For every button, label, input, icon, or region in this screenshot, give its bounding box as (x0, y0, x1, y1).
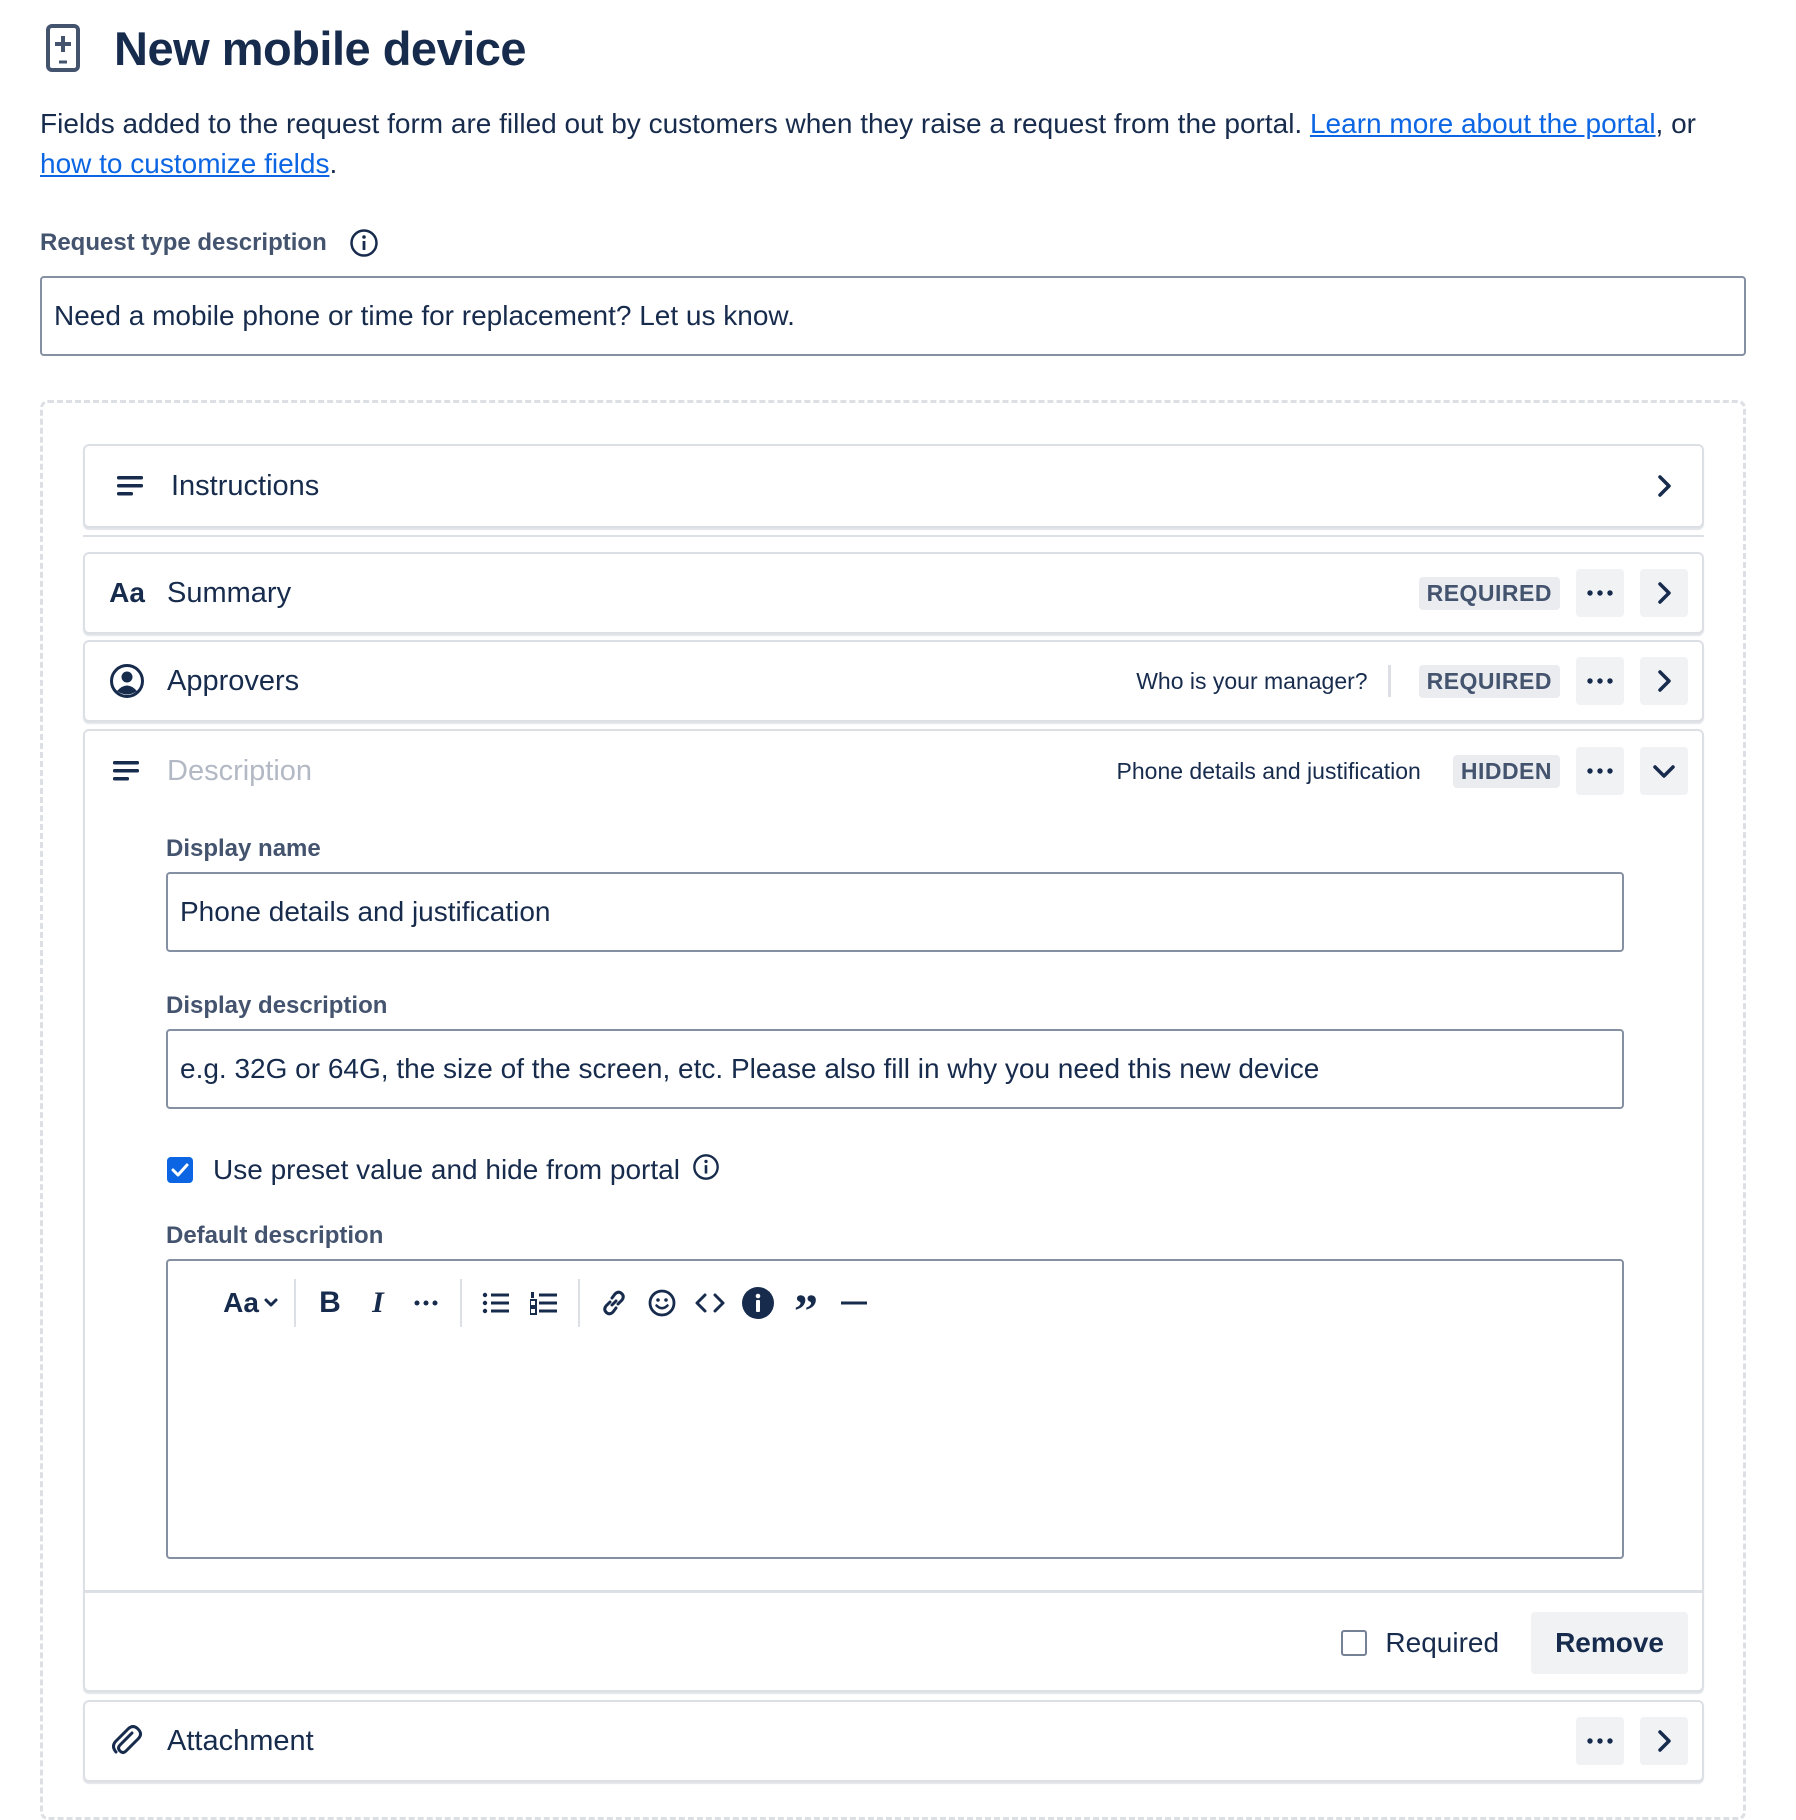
preset-checkbox-row[interactable]: Use preset value and hide from portal (167, 1154, 720, 1186)
field-label: Approvers (167, 664, 300, 697)
status-badge: HIDDEN (1452, 754, 1560, 788)
display-name-input[interactable]: Phone details and justification (166, 872, 1624, 952)
paperclip-icon (107, 1721, 147, 1761)
intro-text: Fields added to the request form are fil… (40, 108, 1697, 179)
info-panel-icon[interactable] (734, 1279, 782, 1327)
field-label: Instructions (171, 469, 320, 502)
more-icon[interactable] (1576, 747, 1624, 795)
quote-icon[interactable]: ” (782, 1279, 830, 1336)
divider (83, 535, 1704, 537)
editor-toolbar: Aa B I ” (218, 1279, 878, 1336)
required-checkbox-label: Required (1385, 1626, 1500, 1658)
field-hint: Who is your manager? (1136, 667, 1368, 694)
text-style-icon: Aa (109, 577, 145, 608)
field-row-instructions[interactable]: Instructions (83, 444, 1704, 528)
field-row-summary[interactable]: Aa Summary REQUIRED (83, 552, 1704, 634)
more-formatting-icon[interactable] (402, 1279, 450, 1327)
learn-portal-link[interactable]: Learn more about the portal (1310, 108, 1656, 139)
field-label: Attachment (167, 1724, 314, 1757)
more-icon[interactable] (1576, 1717, 1624, 1765)
field-row-approvers[interactable]: Approvers Who is your manager? REQUIRED (83, 640, 1704, 722)
text-style-dropdown[interactable]: Aa (218, 1279, 284, 1327)
link-icon[interactable] (590, 1279, 638, 1327)
request-type-label-row: Request type description (40, 228, 379, 258)
status-badge: REQUIRED (1418, 576, 1560, 610)
separator (1387, 665, 1391, 697)
toolbar-divider (578, 1279, 580, 1327)
customize-fields-link[interactable]: how to customize fields (40, 148, 329, 179)
info-icon[interactable] (692, 1153, 720, 1181)
more-icon[interactable] (1576, 569, 1624, 617)
page-title: New mobile device (114, 21, 527, 75)
status-badge: REQUIRED (1418, 664, 1560, 698)
text-lines-icon (107, 751, 147, 791)
remove-button[interactable]: Remove (1531, 1611, 1688, 1674)
default-description-editor[interactable]: Aa B I ” (166, 1259, 1624, 1559)
display-description-input[interactable]: e.g. 32G or 64G, the size of the screen,… (166, 1029, 1624, 1109)
bullet-list-icon[interactable] (472, 1279, 520, 1327)
chevron-down-icon (264, 1298, 278, 1307)
preset-checkbox[interactable] (167, 1157, 193, 1183)
display-description-label: Display description (166, 992, 388, 1019)
code-icon[interactable] (686, 1279, 734, 1327)
display-name-label: Display name (166, 835, 321, 862)
field-hint: Phone details and justification (1116, 757, 1421, 784)
chevron-right-icon[interactable] (1640, 569, 1688, 617)
numbered-list-icon[interactable] (520, 1279, 568, 1327)
italic-icon[interactable]: I (354, 1279, 402, 1327)
request-type-label: Request type description (40, 229, 327, 256)
mobile-device-icon (46, 24, 80, 72)
page-header: New mobile device (44, 18, 527, 78)
field-label: Description (167, 754, 313, 787)
description-header[interactable]: Description Phone details and justificat… (85, 731, 1702, 811)
chevron-right-icon[interactable] (1640, 657, 1688, 705)
text-lines-icon (111, 466, 151, 506)
field-label: Summary (167, 576, 292, 609)
default-description-label: Default description (166, 1222, 384, 1249)
more-icon[interactable] (1576, 657, 1624, 705)
request-type-input[interactable]: Need a mobile phone or time for replacem… (40, 276, 1746, 356)
bold-icon[interactable]: B (306, 1279, 354, 1327)
field-row-description: Description Phone details and justificat… (83, 729, 1704, 1692)
description-footer: Required Remove (85, 1590, 1702, 1692)
toolbar-divider (294, 1279, 296, 1327)
required-checkbox[interactable] (1341, 1629, 1368, 1656)
emoji-icon[interactable] (638, 1279, 686, 1327)
preset-checkbox-label: Use preset value and hide from portal (213, 1154, 680, 1185)
info-icon[interactable] (349, 228, 379, 258)
chevron-down-icon[interactable] (1640, 747, 1688, 795)
user-avatar-icon (107, 661, 147, 701)
toolbar-divider (460, 1279, 462, 1327)
horizontal-rule-icon[interactable] (830, 1279, 878, 1327)
chevron-right-icon[interactable] (1640, 1717, 1688, 1765)
field-row-attachment[interactable]: Attachment (83, 1700, 1704, 1782)
chevron-right-icon[interactable] (1640, 462, 1688, 510)
